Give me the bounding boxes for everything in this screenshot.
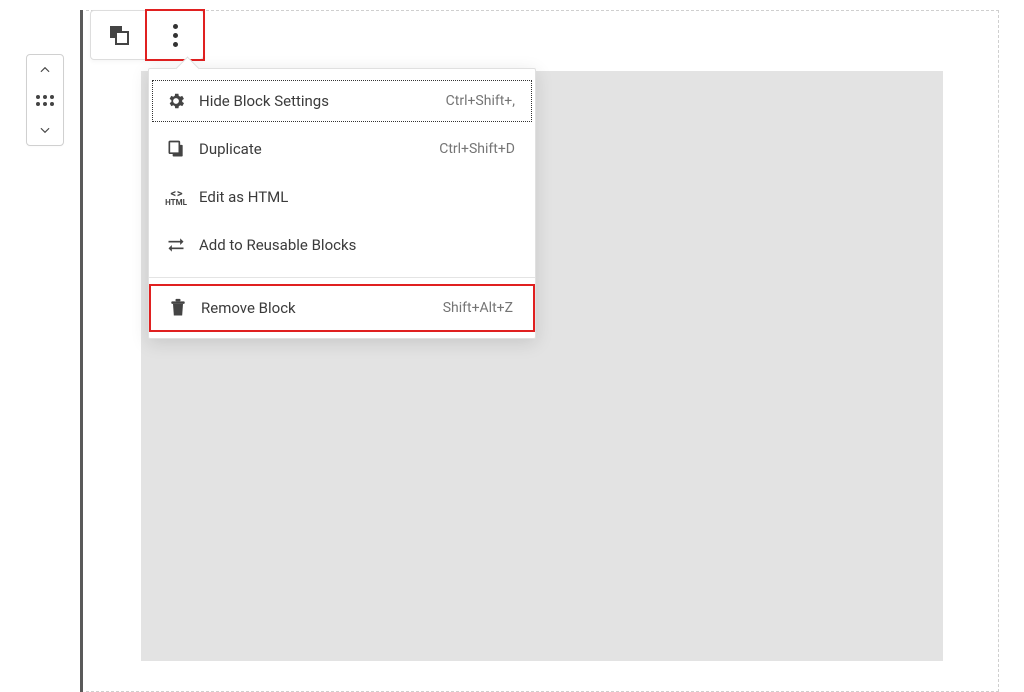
menu-add-reusable[interactable]: Add to Reusable Blocks [149, 221, 535, 269]
block-options-menu: Hide Block Settings Ctrl+Shift+, Duplica… [148, 68, 536, 339]
menu-hide-block-settings[interactable]: Hide Block Settings Ctrl+Shift+, [149, 77, 535, 125]
block-mover [26, 54, 64, 146]
menu-group-1: Hide Block Settings Ctrl+Shift+, Duplica… [149, 69, 535, 277]
drag-icon [36, 95, 54, 106]
menu-group-2: Remove Block Shift+Alt+Z [149, 278, 535, 338]
menu-item-label: Add to Reusable Blocks [199, 236, 515, 254]
block-toolbar [90, 10, 204, 60]
menu-item-label: Remove Block [201, 299, 443, 317]
move-down-button[interactable] [27, 115, 63, 145]
chevron-up-icon [38, 63, 52, 77]
menu-remove-block[interactable]: Remove Block Shift+Alt+Z [149, 284, 535, 332]
menu-item-label: Hide Block Settings [199, 92, 446, 110]
more-vertical-icon [173, 24, 178, 47]
html-icon: < >HTML [163, 188, 189, 207]
menu-item-shortcut: Ctrl+Shift+D [439, 141, 515, 157]
chevron-down-icon [38, 123, 52, 137]
menu-item-shortcut: Ctrl+Shift+, [446, 93, 515, 109]
more-options-button[interactable] [147, 11, 203, 59]
block-switcher-icon [107, 23, 131, 47]
drag-handle[interactable] [27, 85, 63, 115]
duplicate-icon [163, 139, 189, 159]
reusable-icon [163, 235, 189, 255]
menu-duplicate[interactable]: Duplicate Ctrl+Shift+D [149, 125, 535, 173]
menu-item-shortcut: Shift+Alt+Z [443, 300, 513, 316]
menu-item-label: Edit as HTML [199, 188, 515, 206]
menu-item-label: Duplicate [199, 140, 439, 158]
block-type-button[interactable] [91, 11, 147, 59]
gear-icon [163, 91, 189, 111]
trash-icon [165, 298, 191, 318]
menu-edit-as-html[interactable]: < >HTML Edit as HTML [149, 173, 535, 221]
move-up-button[interactable] [27, 55, 63, 85]
